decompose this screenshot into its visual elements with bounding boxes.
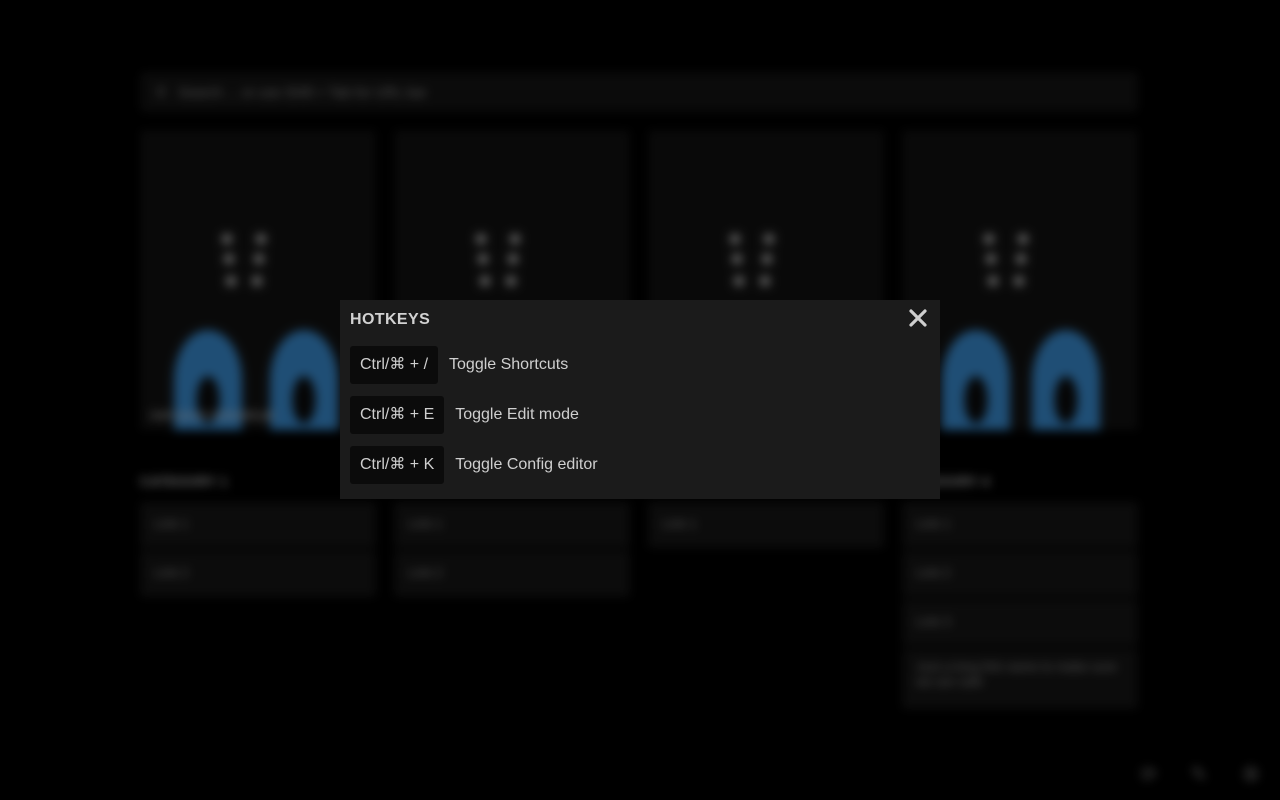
- link-item[interactable]: Link 3: [902, 600, 1138, 646]
- link-item[interactable]: Link 2: [902, 551, 1138, 597]
- ring-graphic: [942, 330, 1010, 430]
- ring-graphic: [1032, 330, 1100, 430]
- link-item[interactable]: Link 2: [140, 551, 376, 597]
- category-title: CATEGORY 1: [140, 474, 228, 489]
- pencil-icon[interactable]: ✎: [1186, 762, 1212, 788]
- hotkey-keys: Ctrl/⌘ + K: [350, 446, 445, 484]
- link-list: Link 1 Link 2 Link 3 Just a long link na…: [902, 502, 1138, 712]
- search-bar[interactable]: ⚲ Search ... or use Shift + Tab for URL …: [140, 72, 1138, 112]
- link-item[interactable]: Link 1: [394, 502, 630, 548]
- dots-graphic: [222, 234, 272, 290]
- link-item[interactable]: Link 1: [648, 502, 884, 548]
- hotkey-description: Toggle Shortcuts: [449, 356, 569, 373]
- search-hint: ... or use Shift + Tab for URL bar: [226, 84, 427, 100]
- link-item[interactable]: Link 2: [394, 551, 630, 597]
- link-item[interactable]: Link 1: [902, 502, 1138, 548]
- link-list: Link 1: [648, 502, 884, 551]
- search-label: Search: [178, 84, 223, 100]
- link-list: Link 1 Link 2: [394, 502, 630, 600]
- dots-graphic: [730, 234, 780, 290]
- hotkey-keys: Ctrl/⌘ + /: [350, 346, 439, 384]
- search-icon: ⚲: [156, 84, 167, 100]
- app-root: ⚲ Search ... or use Shift + Tab for URL …: [0, 0, 1280, 800]
- corner-toolbar: ⟳ ✎ ⚙: [1136, 762, 1266, 788]
- close-button[interactable]: [906, 306, 930, 330]
- dots-graphic: [984, 234, 1034, 290]
- hotkey-description: Toggle Edit mode: [455, 406, 579, 423]
- dots-graphic: [476, 234, 526, 290]
- link-item[interactable]: Just a long link name to make sure we ar…: [902, 649, 1138, 709]
- hotkeys-modal: HOTKEYS Ctrl/⌘ + / Toggle Shortcuts Ctrl…: [340, 300, 940, 499]
- gear-icon[interactable]: ⚙: [1238, 762, 1264, 788]
- sync-icon[interactable]: ⟳: [1136, 762, 1162, 788]
- hotkey-row: Ctrl/⌘ + K Toggle Config editor: [350, 446, 598, 484]
- link-list: Link 1 Link 2: [140, 502, 376, 600]
- close-icon: [909, 309, 927, 327]
- ring-graphic: [270, 330, 338, 430]
- hotkey-row: Ctrl/⌘ + E Toggle Edit mode: [350, 396, 579, 434]
- hotkey-description: Toggle Config editor: [455, 456, 598, 473]
- link-item[interactable]: Link 1: [140, 502, 376, 548]
- card-caption: meh-ipsum-kokodoll.pb: [150, 408, 275, 422]
- hotkey-row: Ctrl/⌘ + / Toggle Shortcuts: [350, 346, 568, 384]
- modal-title: HOTKEYS: [350, 311, 431, 328]
- hotkey-keys: Ctrl/⌘ + E: [350, 396, 445, 434]
